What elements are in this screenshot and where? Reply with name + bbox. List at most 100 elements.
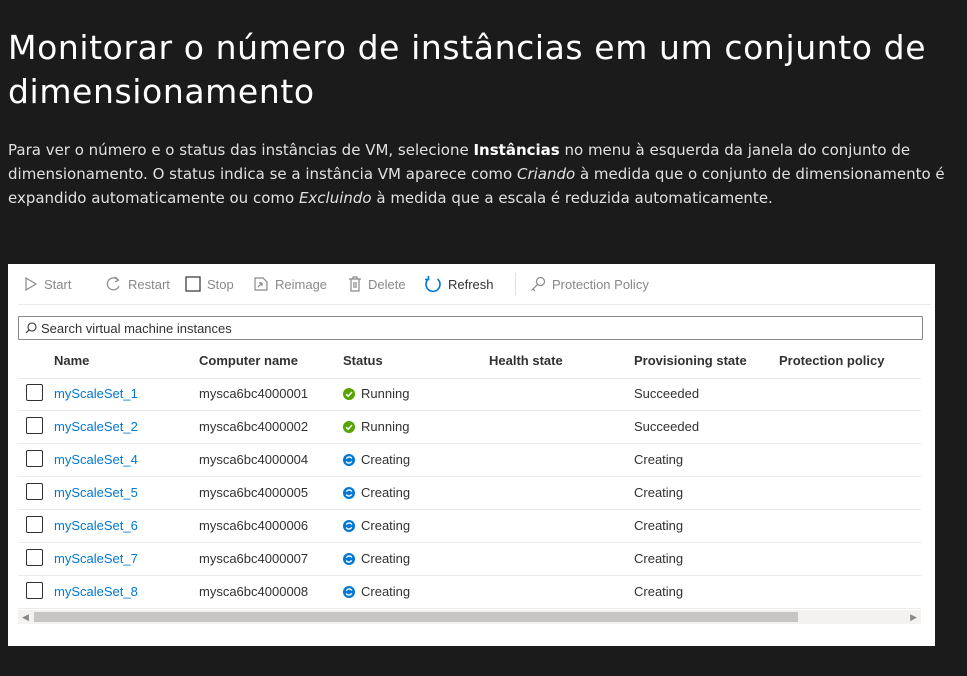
sync-circle-icon xyxy=(343,585,355,598)
description-italic: Criando xyxy=(516,165,576,183)
column-header-name[interactable]: Name xyxy=(54,353,89,368)
restart-icon xyxy=(106,276,120,291)
status-text: Running xyxy=(361,386,410,401)
status-cell: Creating xyxy=(343,452,410,467)
table-row[interactable]: myScaleSet_5 mysca6bc4000005 Creating Cr… xyxy=(18,477,921,510)
key-icon xyxy=(531,276,546,292)
row-checkbox[interactable] xyxy=(26,450,43,467)
start-label: Start xyxy=(44,276,72,292)
provisioning-state: Creating xyxy=(634,452,684,467)
delete-label: Delete xyxy=(368,276,406,292)
sync-circle-icon xyxy=(343,453,355,466)
status-text: Running xyxy=(361,419,410,434)
command-bar: Start Restart Stop Reimage Delete Refres… xyxy=(18,264,931,305)
column-header-provisioning-state[interactable]: Provisioning state xyxy=(634,353,747,368)
stop-icon xyxy=(185,276,201,292)
row-checkbox[interactable] xyxy=(26,549,43,566)
scroll-left-icon[interactable]: ◀ xyxy=(22,610,29,624)
description-bold: Instâncias xyxy=(473,141,560,159)
sync-circle-icon xyxy=(343,552,355,565)
table-row[interactable]: myScaleSet_8 mysca6bc4000008 Creating Cr… xyxy=(18,576,921,609)
instance-name-link[interactable]: myScaleSet_4 xyxy=(54,452,138,467)
table-header: Name Computer name Status Health state P… xyxy=(18,346,921,379)
search-icon xyxy=(25,322,37,334)
provisioning-state: Creating xyxy=(634,584,684,599)
computer-name: mysca6bc4000005 xyxy=(199,485,309,500)
page-title: Monitorar o número de instâncias em um c… xyxy=(8,28,927,111)
protection-policy-label: Protection Policy xyxy=(552,276,649,292)
search-input[interactable] xyxy=(41,320,901,336)
search-box[interactable] xyxy=(18,316,923,340)
table-row[interactable]: myScaleSet_1 mysca6bc4000001 Running Suc… xyxy=(18,378,921,411)
instance-name-link[interactable]: myScaleSet_6 xyxy=(54,518,138,533)
horizontal-scrollbar[interactable]: ◀ ▶ xyxy=(18,610,921,624)
status-text: Creating xyxy=(361,452,411,467)
refresh-icon xyxy=(425,276,441,293)
status-text: Creating xyxy=(361,584,411,599)
check-circle-icon xyxy=(343,420,355,433)
column-header-status[interactable]: Status xyxy=(343,353,383,368)
status-cell: Creating xyxy=(343,485,410,500)
refresh-button[interactable]: Refresh xyxy=(424,274,494,294)
row-checkbox[interactable] xyxy=(26,483,43,500)
column-header-computer-name[interactable]: Computer name xyxy=(199,353,298,368)
column-header-health-state[interactable]: Health state xyxy=(489,353,563,368)
sync-circle-icon xyxy=(343,519,355,532)
computer-name: mysca6bc4000002 xyxy=(199,419,309,434)
stop-label: Stop xyxy=(207,276,234,292)
scroll-right-icon[interactable]: ▶ xyxy=(910,610,917,624)
instance-name-link[interactable]: myScaleSet_7 xyxy=(54,551,138,566)
instance-name-link[interactable]: myScaleSet_1 xyxy=(54,386,138,401)
column-header-protection-policy[interactable]: Protection policy xyxy=(779,353,884,368)
restart-label: Restart xyxy=(128,276,170,292)
status-cell: Running xyxy=(343,386,409,401)
computer-name: mysca6bc4000006 xyxy=(199,518,309,533)
instances-panel: Start Restart Stop Reimage Delete Refres… xyxy=(8,264,935,646)
provisioning-state: Succeeded xyxy=(634,419,700,434)
computer-name: mysca6bc4000007 xyxy=(199,551,309,566)
reimage-button[interactable]: Reimage xyxy=(253,274,327,294)
check-circle-icon xyxy=(343,387,355,400)
status-cell: Creating xyxy=(343,518,410,533)
description: Para ver o número e o status das instânc… xyxy=(8,138,948,210)
provisioning-state: Creating xyxy=(634,518,684,533)
row-checkbox[interactable] xyxy=(26,582,43,599)
provisioning-state: Creating xyxy=(634,485,684,500)
trash-icon xyxy=(349,276,361,292)
delete-button[interactable]: Delete xyxy=(348,274,406,294)
table-row[interactable]: myScaleSet_7 mysca6bc4000007 Creating Cr… xyxy=(18,543,921,576)
description-text: Para ver o número e o status das instânc… xyxy=(8,141,474,159)
instance-name-link[interactable]: myScaleSet_8 xyxy=(54,584,138,599)
restart-button[interactable]: Restart xyxy=(106,274,170,294)
toolbar-divider xyxy=(515,273,516,295)
status-cell: Creating xyxy=(343,584,410,599)
status-text: Creating xyxy=(361,518,411,533)
status-text: Creating xyxy=(361,551,411,566)
row-checkbox[interactable] xyxy=(26,516,43,533)
row-checkbox[interactable] xyxy=(26,417,43,434)
status-cell: Running xyxy=(343,419,409,434)
provisioning-state: Succeeded xyxy=(634,386,700,401)
instance-name-link[interactable]: myScaleSet_5 xyxy=(54,485,138,500)
description-text: à medida que a escala é reduzida automat… xyxy=(371,189,773,207)
provisioning-state: Creating xyxy=(634,551,684,566)
computer-name: mysca6bc4000001 xyxy=(199,386,309,401)
sync-circle-icon xyxy=(343,486,355,499)
scrollbar-thumb[interactable] xyxy=(34,612,798,622)
table-row[interactable]: myScaleSet_2 mysca6bc4000002 Running Suc… xyxy=(18,411,921,444)
computer-name: mysca6bc4000004 xyxy=(199,452,309,467)
table-row[interactable]: myScaleSet_6 mysca6bc4000006 Creating Cr… xyxy=(18,510,921,543)
computer-name: mysca6bc4000008 xyxy=(199,584,309,599)
start-button[interactable]: Start xyxy=(24,274,71,294)
status-cell: Creating xyxy=(343,551,410,566)
description-italic: Excluindo xyxy=(298,189,372,207)
row-checkbox[interactable] xyxy=(26,384,43,401)
refresh-label: Refresh xyxy=(448,276,494,292)
status-text: Creating xyxy=(361,485,411,500)
stop-button[interactable]: Stop xyxy=(185,274,234,294)
instance-name-link[interactable]: myScaleSet_2 xyxy=(54,419,138,434)
protection-policy-button[interactable]: Protection Policy xyxy=(530,274,649,294)
table-row[interactable]: myScaleSet_4 mysca6bc4000004 Creating Cr… xyxy=(18,444,921,477)
play-icon xyxy=(25,277,38,291)
reimage-label: Reimage xyxy=(275,276,328,292)
